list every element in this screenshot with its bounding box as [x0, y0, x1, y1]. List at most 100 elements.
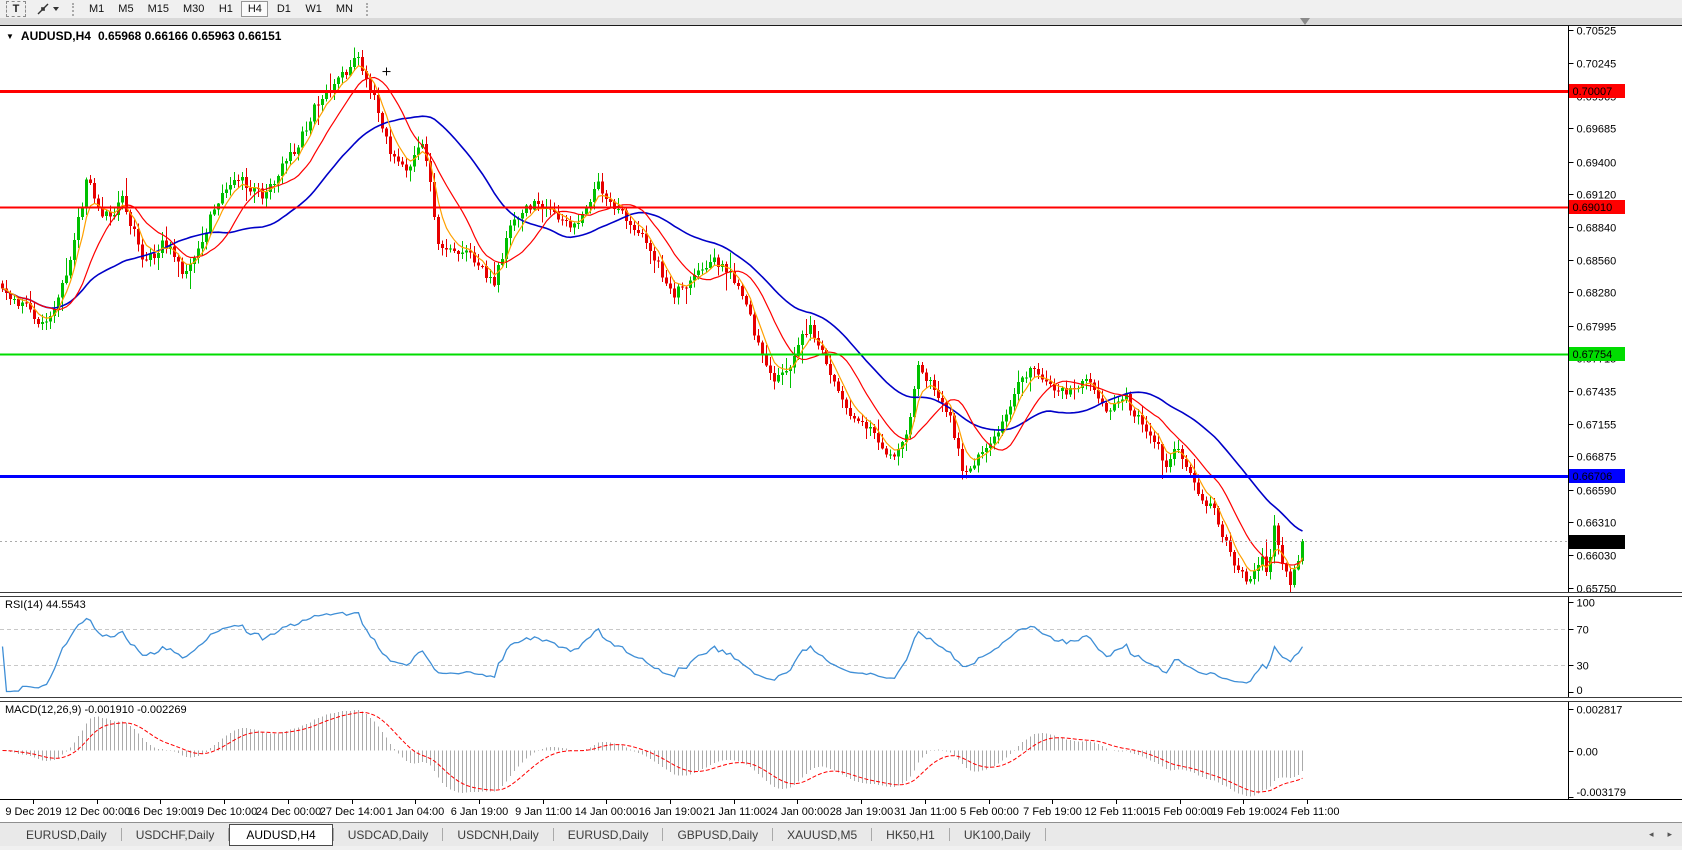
timeframe-M15-button[interactable]: M15: [142, 1, 175, 17]
chart-tab-USDCNH-Daily[interactable]: USDCNH,Daily: [443, 825, 552, 845]
svg-text:24 Jan 00:00: 24 Jan 00:00: [766, 806, 830, 818]
macd-label: MACD(12,26,9) -0.001910 -0.002269: [5, 704, 187, 716]
svg-text:24 Feb 11:00: 24 Feb 11:00: [1275, 806, 1339, 818]
cascade-arrows-icon: [36, 3, 50, 15]
svg-text:16 Jan 19:00: 16 Jan 19:00: [639, 806, 703, 818]
svg-text:0.69400: 0.69400: [1577, 158, 1617, 170]
svg-text:0.67754: 0.67754: [1573, 349, 1613, 361]
chart-tab-UK100-Daily[interactable]: UK100,Daily: [950, 825, 1045, 845]
timeframe-D1-button[interactable]: D1: [270, 1, 297, 17]
rsi-axis[interactable]: 100 70 30 0: [1569, 597, 1595, 697]
svg-text:0.66151: 0.66151: [1573, 537, 1613, 549]
ohlc-values: 0.65968 0.66166 0.65963 0.66151: [98, 29, 282, 43]
toolbar-grip: [72, 3, 76, 16]
chart-scrollbar[interactable]: [0, 18, 1682, 26]
tab-scroll-left-icon[interactable]: ◂: [1649, 829, 1654, 840]
chart-tab-AUDUSD-H4[interactable]: AUDUSD,H4: [229, 824, 332, 846]
time-axis-labels: 9 Dec 2019 12 Dec 00:0016 Dec 19:0019 Dec…: [5, 800, 1339, 818]
timeframe-M5-button[interactable]: M5: [112, 1, 139, 17]
ma-slow-line: [3, 116, 1303, 531]
chart-tab-EURUSD-Daily[interactable]: EURUSD,Daily: [12, 825, 121, 845]
timeframe-toolbar: M1M5M15M30H1H4D1W1MN: [82, 1, 360, 17]
status-strip: [0, 846, 1682, 850]
timeframe-H4-button[interactable]: H4: [241, 1, 268, 17]
candlesticks: [1, 47, 1304, 592]
svg-text:0.00: 0.00: [1577, 747, 1598, 759]
chart-tab-GBPUSD-Daily[interactable]: GBPUSD,Daily: [663, 825, 772, 845]
timeframe-H1-button[interactable]: H1: [212, 1, 239, 17]
svg-text:0.67155: 0.67155: [1577, 420, 1617, 432]
svg-text:0.002817: 0.002817: [1577, 705, 1623, 717]
svg-text:15 Feb 00:00: 15 Feb 00:00: [1148, 806, 1213, 818]
svg-text:31 Jan 11:00: 31 Jan 11:00: [894, 806, 957, 818]
svg-text:21 Jan 11:00: 21 Jan 11:00: [703, 806, 766, 818]
macd-panel: 0.002817 0.00 -0.003179: [0, 702, 1682, 799]
timeframe-MN-button[interactable]: MN: [330, 1, 359, 17]
svg-text:12 Dec 00:00: 12 Dec 00:00: [65, 806, 130, 818]
svg-text:27 Dec 14:00: 27 Dec 14:00: [320, 806, 385, 818]
rsi-panel: 100 70 30 0: [0, 597, 1682, 697]
rsi-line: [3, 612, 1303, 691]
symbol-label: AUDUSD,H4: [21, 29, 91, 43]
svg-text:1 Jan 04:00: 1 Jan 04:00: [387, 806, 445, 818]
svg-text:70: 70: [1577, 625, 1589, 637]
price-axis[interactable]: 0.705250.702450.699650.696850.694000.691…: [1569, 26, 1626, 592]
svg-text:0.67435: 0.67435: [1577, 387, 1617, 399]
scroll-position-marker[interactable]: [1300, 18, 1310, 25]
svg-text:19 Dec 10:00: 19 Dec 10:00: [192, 806, 257, 818]
svg-text:0.70525: 0.70525: [1577, 26, 1617, 38]
svg-text:0.70245: 0.70245: [1577, 59, 1617, 71]
svg-text:28 Jan 19:00: 28 Jan 19:00: [830, 806, 894, 818]
svg-text:100: 100: [1577, 598, 1595, 610]
toolbar: T M1M5M15M30H1H4D1W1MN: [0, 0, 1682, 18]
svg-text:5 Feb 00:00: 5 Feb 00:00: [960, 806, 1019, 818]
chart-tab-XAUUSD-M5[interactable]: XAUUSD,M5: [773, 825, 871, 845]
chart-tab-USDCHF-Daily[interactable]: USDCHF,Daily: [122, 825, 229, 845]
svg-text:0.68840: 0.68840: [1577, 223, 1617, 235]
symbol-dropdown-icon[interactable]: ▼: [6, 32, 14, 41]
rsi-level-gridlines: [0, 630, 1569, 666]
chart-tab-EURUSD-Daily[interactable]: EURUSD,Daily: [554, 825, 663, 845]
macd-signal-line: [3, 712, 1303, 792]
dropdown-caret-icon: [53, 7, 59, 11]
svg-text:0.68280: 0.68280: [1577, 288, 1617, 300]
text-tool-button[interactable]: T: [3, 2, 29, 17]
rsi-label: RSI(14) 44.5543: [5, 599, 86, 611]
svg-text:19 Feb 19:00: 19 Feb 19:00: [1211, 806, 1276, 818]
svg-text:12 Feb 11:00: 12 Feb 11:00: [1084, 806, 1148, 818]
svg-text:30: 30: [1577, 661, 1589, 673]
svg-text:9 Jan 11:00: 9 Jan 11:00: [515, 806, 572, 818]
ma-fast-line: [3, 66, 1303, 571]
svg-text:-0.003179: -0.003179: [1577, 787, 1627, 799]
ma-mid-line: [3, 78, 1303, 566]
svg-text:0.65750: 0.65750: [1577, 584, 1617, 593]
svg-text:0.66310: 0.66310: [1577, 518, 1617, 530]
time-axis[interactable]: 9 Dec 2019 12 Dec 00:0016 Dec 19:0019 Dec…: [0, 799, 1682, 822]
svg-text:9 Dec 2019: 9 Dec 2019: [5, 806, 61, 818]
svg-text:0: 0: [1577, 685, 1583, 697]
tab-scroll-right-icon[interactable]: ▸: [1667, 829, 1672, 840]
chart-tabs-bar: EURUSD,DailyUSDCHF,DailyAUDUSD,H4USDCAD,…: [0, 822, 1682, 846]
tab-separator: [1045, 828, 1046, 841]
timeframe-W1-button[interactable]: W1: [299, 1, 328, 17]
arrange-charts-button[interactable]: [33, 2, 62, 17]
timeframe-M30-button[interactable]: M30: [177, 1, 210, 17]
crosshair-marker: [383, 68, 391, 76]
chart-area: ▼ AUDUSD,H4 0.65968 0.66166 0.65963 0.66…: [0, 26, 1682, 850]
svg-text:0.67995: 0.67995: [1577, 322, 1617, 334]
price-chart-panel: 0.705250.702450.699650.696850.694000.691…: [0, 26, 1682, 592]
chart-tab-USDCAD-Daily[interactable]: USDCAD,Daily: [334, 825, 443, 845]
svg-text:0.70007: 0.70007: [1573, 86, 1613, 98]
svg-text:0.69120: 0.69120: [1577, 190, 1617, 202]
chart-tab-HK50-H1[interactable]: HK50,H1: [872, 825, 949, 845]
svg-text:16 Dec 19:00: 16 Dec 19:00: [128, 806, 193, 818]
moving-averages: [3, 66, 1303, 571]
horizontal-level-lines[interactable]: [0, 92, 1569, 477]
tab-scroll-arrows: ◂▸: [1649, 829, 1672, 840]
svg-text:0.66590: 0.66590: [1577, 486, 1617, 498]
macd-axis[interactable]: 0.002817 0.00 -0.003179: [1569, 702, 1627, 799]
timeframe-M1-button[interactable]: M1: [83, 1, 110, 17]
svg-text:0.68560: 0.68560: [1577, 256, 1617, 268]
svg-text:24 Dec 00:00: 24 Dec 00:00: [256, 806, 321, 818]
svg-text:0.69685: 0.69685: [1577, 124, 1617, 136]
